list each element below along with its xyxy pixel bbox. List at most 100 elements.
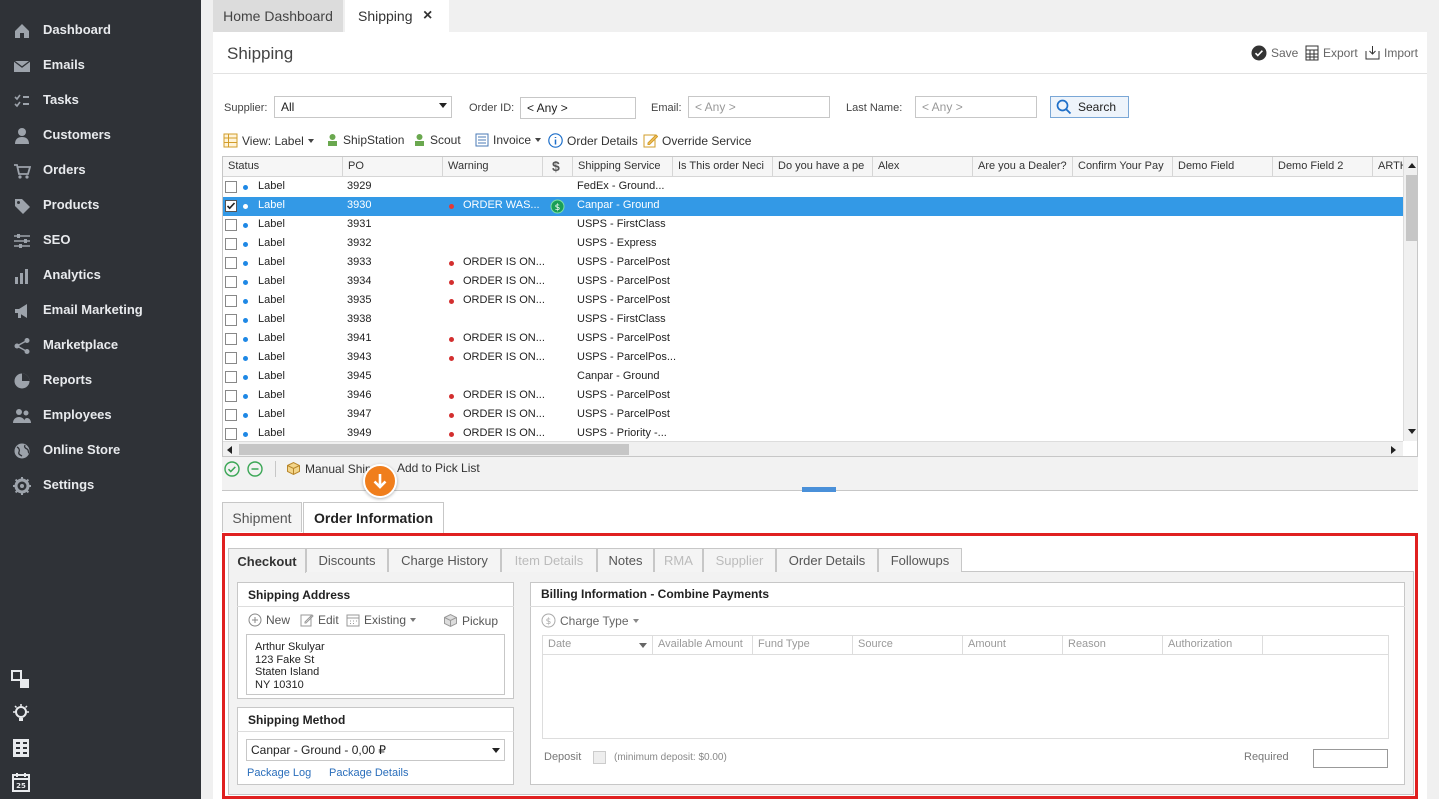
tab-order-information[interactable]: Order Information bbox=[303, 502, 444, 533]
subtab-checkout[interactable]: Checkout bbox=[228, 548, 306, 573]
scroll-right-arrow[interactable] bbox=[1391, 446, 1396, 454]
subtab-charge-history[interactable]: Charge History bbox=[388, 548, 501, 572]
billing-header-authorization[interactable]: Authorization bbox=[1163, 636, 1263, 654]
table-row[interactable]: Label 3934 ORDER IS ON... USPS - ParcelPost bbox=[223, 273, 1403, 292]
sidebar-item-marketplace[interactable]: Marketplace bbox=[0, 328, 201, 363]
edit-address-button[interactable]: Edit bbox=[300, 613, 339, 627]
row-checkbox[interactable] bbox=[225, 409, 237, 421]
vertical-scrollbar[interactable] bbox=[1403, 157, 1417, 441]
subtab-followups[interactable]: Followups bbox=[878, 548, 962, 572]
supplier-select[interactable]: All bbox=[274, 96, 452, 118]
table-row[interactable]: Label 3943 ORDER IS ON... USPS - ParcelPos.… bbox=[223, 349, 1403, 368]
row-checkbox[interactable] bbox=[225, 181, 237, 193]
splitter-handle[interactable] bbox=[802, 487, 836, 492]
existing-address-dropdown[interactable]: Existing bbox=[346, 613, 417, 627]
sidebar-item-email-marketing[interactable]: Email Marketing bbox=[0, 293, 201, 328]
required-input[interactable] bbox=[1313, 749, 1388, 768]
header-demo-field[interactable]: Demo Field bbox=[1173, 157, 1273, 177]
sidebar-item-online-store[interactable]: Online Store bbox=[0, 433, 201, 468]
table-row[interactable]: Label 3935 ORDER IS ON... USPS - ParcelPost bbox=[223, 292, 1403, 311]
tab-shipment[interactable]: Shipment bbox=[222, 502, 302, 532]
sidebar-item-reports[interactable]: Reports bbox=[0, 363, 201, 398]
header-do-you-have[interactable]: Do you have a pe bbox=[773, 157, 873, 177]
sidebar-item-analytics[interactable]: Analytics bbox=[0, 258, 201, 293]
table-row[interactable]: Label 3946 ORDER IS ON... USPS - ParcelPost bbox=[223, 387, 1403, 406]
package-log-link[interactable]: Package Log bbox=[247, 767, 311, 779]
package-details-link[interactable]: Package Details bbox=[329, 767, 409, 779]
row-checkbox[interactable] bbox=[225, 257, 237, 269]
subtab-order-details[interactable]: Order Details bbox=[776, 548, 878, 572]
calculator-icon[interactable] bbox=[11, 738, 31, 758]
pickup-button[interactable]: Pickup bbox=[443, 613, 498, 628]
table-row[interactable]: Label 3931 USPS - FirstClass bbox=[223, 216, 1403, 235]
horizontal-scrollbar[interactable] bbox=[223, 441, 1403, 456]
header-status[interactable]: Status bbox=[223, 157, 343, 177]
table-row[interactable]: Label 3947 ORDER IS ON... USPS - ParcelPost bbox=[223, 406, 1403, 425]
billing-header-amount[interactable]: Amount bbox=[963, 636, 1063, 654]
last-name-input[interactable]: < Any > bbox=[915, 96, 1037, 118]
sidebar-item-tasks[interactable]: Tasks bbox=[0, 83, 201, 118]
table-row[interactable]: Label 3932 USPS - Express bbox=[223, 235, 1403, 254]
row-checkbox[interactable] bbox=[225, 219, 237, 231]
order-id-input[interactable]: < Any > bbox=[520, 97, 636, 119]
email-input[interactable]: < Any > bbox=[688, 96, 830, 118]
table-row[interactable]: Label 3933 ORDER IS ON... USPS - ParcelPost bbox=[223, 254, 1403, 273]
scroll-up-arrow[interactable] bbox=[1408, 163, 1416, 168]
scout-button[interactable]: Scout bbox=[413, 133, 461, 147]
header-shipping-service[interactable]: Shipping Service bbox=[573, 157, 673, 177]
scroll-thumb[interactable] bbox=[239, 444, 629, 455]
import-button[interactable]: Import bbox=[1365, 45, 1418, 60]
add-to-pick-list-button[interactable]: Add to Pick List bbox=[397, 461, 480, 475]
header-price[interactable]: $ bbox=[543, 157, 573, 177]
sidebar-item-employees[interactable]: Employees bbox=[0, 398, 201, 433]
billing-header-date[interactable]: Date bbox=[543, 636, 653, 654]
sidebar-item-orders[interactable]: Orders bbox=[0, 153, 201, 188]
row-checkbox[interactable] bbox=[225, 200, 237, 212]
table-row[interactable]: Label 3938 USPS - FirstClass bbox=[223, 311, 1403, 330]
row-checkbox[interactable] bbox=[225, 238, 237, 250]
download-icon[interactable] bbox=[363, 464, 397, 498]
sidebar-item-products[interactable]: Products bbox=[0, 188, 201, 223]
subtab-notes[interactable]: Notes bbox=[597, 548, 654, 572]
scroll-left-arrow[interactable] bbox=[227, 446, 232, 454]
address-display[interactable]: Arthur Skulyar 123 Fake St Staten Island… bbox=[246, 634, 505, 695]
view-dropdown[interactable]: View: Label bbox=[223, 133, 314, 148]
tab-home-dashboard[interactable]: Home Dashboard bbox=[213, 0, 343, 32]
header-po[interactable]: PO bbox=[343, 157, 443, 177]
shipstation-button[interactable]: ShipStation bbox=[326, 133, 404, 147]
header-alex[interactable]: Alex bbox=[873, 157, 973, 177]
row-checkbox[interactable] bbox=[225, 428, 237, 440]
table-row[interactable]: Label 3945 Canpar - Ground bbox=[223, 368, 1403, 387]
header-is-this-order[interactable]: Is This order Neci bbox=[673, 157, 773, 177]
tab-shipping[interactable]: Shipping × bbox=[345, 0, 449, 32]
new-address-button[interactable]: New bbox=[248, 613, 290, 627]
header-confirm-pay[interactable]: Confirm Your Pay bbox=[1073, 157, 1173, 177]
row-checkbox[interactable] bbox=[225, 352, 237, 364]
row-checkbox[interactable] bbox=[225, 295, 237, 307]
save-button[interactable]: Save bbox=[1251, 45, 1298, 61]
row-checkbox[interactable] bbox=[225, 371, 237, 383]
manual-ship-button[interactable]: Manual Ship bbox=[286, 461, 372, 476]
sidebar-item-emails[interactable]: Emails bbox=[0, 48, 201, 83]
table-row[interactable]: Label 3929 FedEx - Ground... bbox=[223, 178, 1403, 197]
search-button[interactable]: Search bbox=[1050, 96, 1129, 118]
scroll-down-arrow[interactable] bbox=[1408, 429, 1416, 434]
sidebar-item-settings[interactable]: Settings bbox=[0, 468, 201, 503]
sidebar-item-customers[interactable]: Customers bbox=[0, 118, 201, 153]
approve-icon[interactable] bbox=[224, 461, 240, 477]
charge-type-dropdown[interactable]: $ Charge Type bbox=[541, 613, 639, 628]
billing-header-available[interactable]: Available Amount bbox=[653, 636, 753, 654]
billing-header-reason[interactable]: Reason bbox=[1063, 636, 1163, 654]
remove-icon[interactable] bbox=[247, 461, 263, 477]
billing-header-source[interactable]: Source bbox=[853, 636, 963, 654]
header-warning[interactable]: Warning bbox=[443, 157, 543, 177]
row-checkbox[interactable] bbox=[225, 314, 237, 326]
sidebar-item-dashboard[interactable]: Dashboard bbox=[0, 13, 201, 48]
billing-header-fund-type[interactable]: Fund Type bbox=[753, 636, 853, 654]
scroll-thumb[interactable] bbox=[1406, 175, 1417, 241]
order-details-button[interactable]: Order Details bbox=[548, 133, 638, 148]
row-checkbox[interactable] bbox=[225, 276, 237, 288]
header-demo-field-2[interactable]: Demo Field 2 bbox=[1273, 157, 1373, 177]
invoice-dropdown[interactable]: Invoice bbox=[475, 133, 542, 147]
subtab-discounts[interactable]: Discounts bbox=[306, 548, 388, 572]
